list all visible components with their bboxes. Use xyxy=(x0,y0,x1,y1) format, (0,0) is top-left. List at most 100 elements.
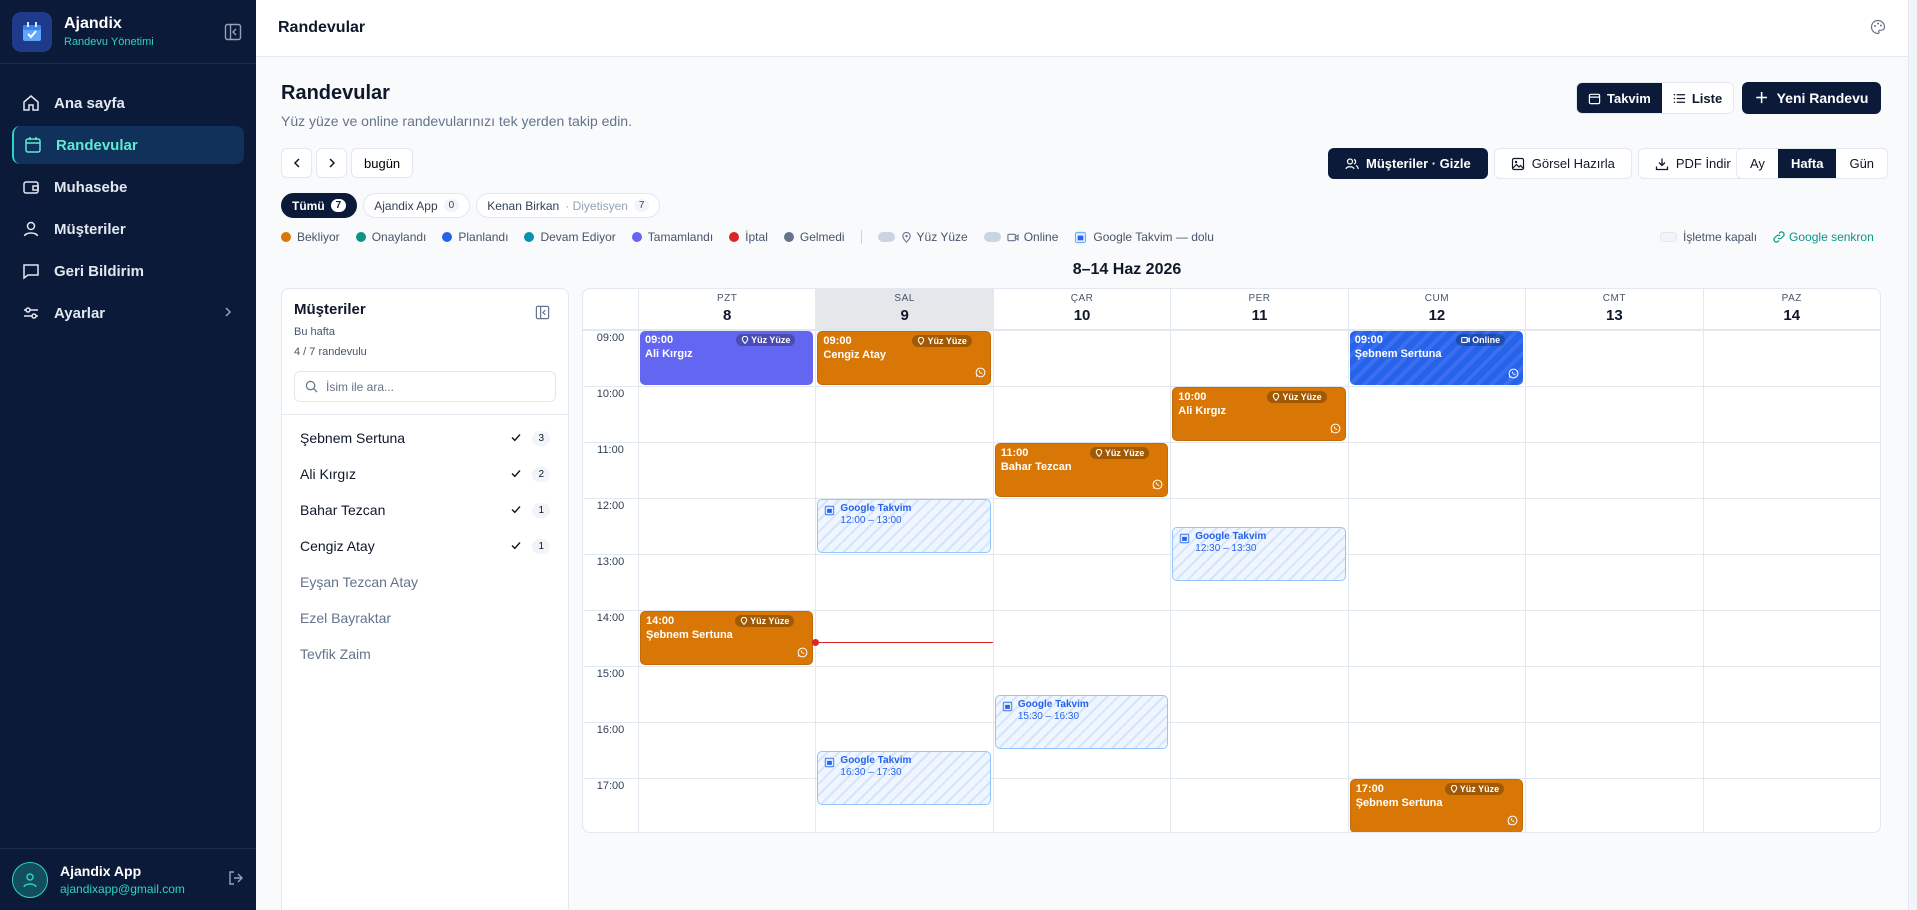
sidebar-item-home[interactable]: Ana sayfa xyxy=(12,84,244,122)
customer-list-item[interactable]: Tevfik Zaim xyxy=(282,636,568,672)
page-scrollbar[interactable] xyxy=(1908,0,1917,910)
map-pin-icon xyxy=(1272,393,1280,401)
month-view-button[interactable]: Ay xyxy=(1737,149,1778,178)
calendar-view-label: Takvim xyxy=(1607,90,1651,106)
filter-chip-ajandix-app[interactable]: Ajandix App 0 xyxy=(363,193,471,218)
prepare-visual-button[interactable]: Görsel Hazırla xyxy=(1493,148,1632,179)
sidebar-item-feedback[interactable]: Geri Bildirim xyxy=(12,252,244,290)
appointment-event[interactable]: 17:00 Şebnem Sertuna Yüz Yüze xyxy=(1349,779,1524,832)
event-type-badge: Yüz Yüze xyxy=(736,334,796,346)
day-header[interactable]: ÇAR 10 xyxy=(992,289,1170,330)
customer-list-item[interactable]: Cengiz Atay 1 xyxy=(282,528,568,564)
today-button[interactable]: bugün xyxy=(351,148,414,178)
next-week-button[interactable] xyxy=(316,148,347,178)
day-view-button[interactable]: Gün xyxy=(1836,149,1888,178)
new-appointment-button[interactable]: ＋ Yeni Randevu xyxy=(1742,82,1881,114)
customer-search-input[interactable] xyxy=(326,379,545,394)
day-header[interactable]: PAZ 14 xyxy=(1702,289,1880,330)
event-type-badge: Yüz Yüze xyxy=(912,335,972,347)
calendar-header: PZT 8 SAL 9 ÇAR 10 PER 11 CUM 12 CMT 13 PAZ 14 xyxy=(583,289,1880,330)
google-calendar-busy-block[interactable]: Google Takvim 16:30 – 17:30 xyxy=(817,751,991,805)
day-header[interactable]: PZT 8 xyxy=(638,289,815,330)
hour-label: 09:00 xyxy=(596,332,625,344)
customer-list-item[interactable]: Ali Kırgız 2 xyxy=(282,456,568,492)
toggle-customers-button[interactable]: Müşteriler · Gizle xyxy=(1328,148,1488,179)
calendar-filters: Tümü 7 Ajandix App 0 Kenan Birkan · Diye… xyxy=(281,193,661,218)
hour-row xyxy=(583,722,1880,778)
video-icon xyxy=(1461,336,1470,344)
map-pin-icon xyxy=(741,336,749,344)
customer-list-item[interactable]: Şebnem Sertuna 3 xyxy=(282,420,568,456)
google-sync-link[interactable]: Google senkron xyxy=(1789,230,1874,244)
hour-label: 14:00 xyxy=(596,612,625,624)
google-calendar-busy-block[interactable]: Google Takvim 12:00 – 13:00 xyxy=(817,499,991,553)
event-customer: Şebnem Sertuna xyxy=(1355,797,1443,809)
appointment-event[interactable]: 10:00 Ali Kırgız Yüz Yüze xyxy=(1172,387,1346,441)
previous-week-button[interactable] xyxy=(281,148,312,178)
customer-list-item[interactable]: Eyşan Tezcan Atay xyxy=(282,564,568,600)
sidebar-item-accounting[interactable]: Muhasebe xyxy=(12,168,244,206)
day-header[interactable]: CMT 13 xyxy=(1525,289,1702,330)
panel-collapse-icon[interactable] xyxy=(535,305,550,323)
avatar[interactable] xyxy=(12,861,48,898)
whatsapp-icon[interactable] xyxy=(1507,815,1518,829)
whatsapp-icon[interactable] xyxy=(797,647,808,661)
logout-icon[interactable] xyxy=(228,870,244,889)
customers-summary: 4 / 7 randevulu xyxy=(294,346,367,358)
google-calendar-busy-block[interactable]: Google Takvim 12:30 – 13:30 xyxy=(1172,527,1346,581)
filter-chip-count: 7 xyxy=(633,199,650,212)
filter-chip-role: · Diyetisyen xyxy=(565,198,628,213)
day-header[interactable]: SAL 9 xyxy=(815,289,993,330)
event-customer: Bahar Tezcan xyxy=(1000,461,1072,473)
day-column-divider xyxy=(1347,330,1349,832)
week-view-button[interactable]: Hafta xyxy=(1777,149,1837,178)
filter-chip-kenan-birkan[interactable]: Kenan Birkan · Diyetisyen 7 xyxy=(476,193,661,218)
sidebar-item-customers[interactable]: Müşteriler xyxy=(12,210,244,248)
sidebar-nav: Ana sayfa Randevular Muhasebe Müşteriler… xyxy=(0,64,256,356)
whatsapp-icon[interactable] xyxy=(1152,479,1163,493)
day-header[interactable]: PER 11 xyxy=(1170,289,1347,330)
calendar-check-logo-icon xyxy=(12,11,52,52)
appointment-event[interactable]: 11:00 Bahar Tezcan Yüz Yüze xyxy=(994,443,1169,497)
event-type-badge: Yüz Yüze xyxy=(1444,783,1505,795)
whatsapp-icon[interactable] xyxy=(975,367,986,381)
day-name: PER xyxy=(1248,293,1271,304)
list-view-button[interactable]: Liste xyxy=(1661,83,1734,113)
legend-right: İşletme kapalı Google senkron xyxy=(1660,230,1874,244)
calendar-view-button[interactable]: Takvim xyxy=(1577,83,1662,113)
sidebar-item-settings[interactable]: Ayarlar xyxy=(12,294,244,332)
day-date: 9 xyxy=(900,307,909,324)
whatsapp-icon[interactable] xyxy=(1330,423,1341,437)
appointment-count-badge: 3 xyxy=(532,430,550,446)
appointment-event[interactable]: 09:00 Ali Kırgız Yüz Yüze xyxy=(640,331,814,385)
user-profile: Ajandix App ajandixapp@gmail.com xyxy=(0,848,256,910)
link-icon xyxy=(1773,231,1785,243)
filter-chip-all[interactable]: Tümü 7 xyxy=(281,193,358,218)
user-icon xyxy=(22,220,40,238)
appointment-event[interactable]: 14:00 Şebnem Sertuna Yüz Yüze xyxy=(640,611,814,665)
google-calendar-busy-block[interactable]: Google Takvim 15:30 – 16:30 xyxy=(994,695,1169,749)
appointment-count-badge: 1 xyxy=(532,502,550,518)
date-navigation: bugün xyxy=(281,148,414,178)
palette-icon[interactable] xyxy=(1870,19,1886,38)
whatsapp-icon[interactable] xyxy=(1508,368,1519,382)
legend-label: İptal xyxy=(745,230,768,244)
customer-list-item[interactable]: Ezel Bayraktar xyxy=(282,600,568,636)
legend-label: Yüz Yüze xyxy=(916,230,968,244)
chevron-right-icon xyxy=(328,158,335,168)
filter-chip-label: Ajandix App xyxy=(374,198,438,213)
hour-label: 12:00 xyxy=(596,500,625,512)
day-header[interactable]: CUM 12 xyxy=(1347,289,1525,330)
status-dot xyxy=(442,232,453,242)
customer-list-item[interactable]: Bahar Tezcan 1 xyxy=(282,492,568,528)
appointment-event[interactable]: 09:00 Cengiz Atay Yüz Yüze xyxy=(817,331,991,385)
sidebar-collapse-icon[interactable] xyxy=(222,21,244,43)
event-customer: Şebnem Sertuna xyxy=(646,629,733,641)
event-customer: Ali Kırgız xyxy=(1178,405,1226,417)
sidebar-item-appointments[interactable]: Randevular xyxy=(12,126,244,164)
customer-search[interactable] xyxy=(294,371,556,402)
hour-label: 13:00 xyxy=(596,556,625,568)
appointment-event[interactable]: 09:00 Şebnem Sertuna Online xyxy=(1349,331,1524,385)
pdf-download-button[interactable]: PDF İndir xyxy=(1637,148,1748,179)
legend-label: Tamamlandı xyxy=(647,230,714,244)
